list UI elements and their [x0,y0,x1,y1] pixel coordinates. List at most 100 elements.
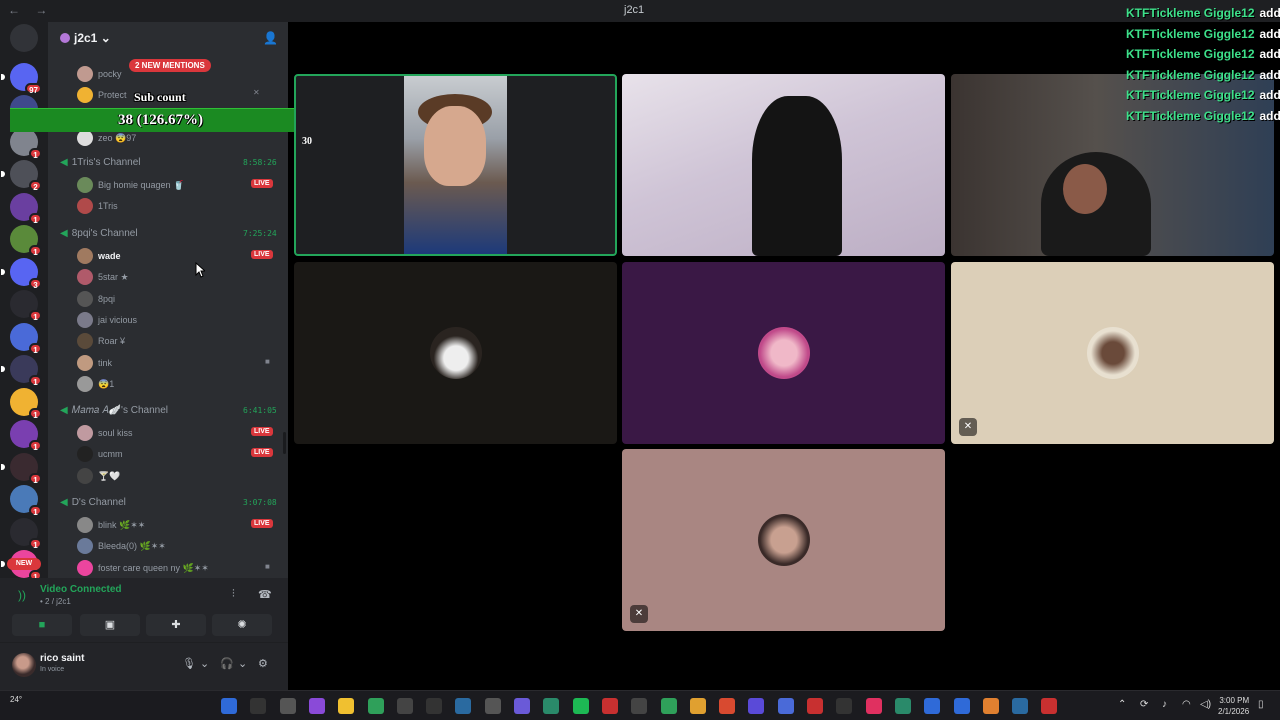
sidebar-scrollbar[interactable] [283,432,286,454]
taskbar-app-icon[interactable] [777,698,794,714]
taskbar-app-icon[interactable] [367,698,384,714]
voice-member[interactable]: 😨1 [77,375,277,393]
gear-icon[interactable]: ⚙ [258,657,268,670]
signal-icon[interactable]: )) [18,588,26,602]
taskbar-app-icon[interactable] [1012,698,1029,714]
taskbar-app-icon[interactable] [543,698,560,714]
microphone-icon[interactable]: 🎙 [182,657,196,670]
invite-icon[interactable]: 👤 [263,31,278,45]
voice-member[interactable]: pocky [77,65,277,83]
taskbar-app-icon[interactable] [396,698,413,714]
screen-share-button[interactable]: ▣ [80,614,140,636]
voice-tile-6[interactable]: ✕ [951,262,1274,444]
voice-tile-4[interactable] [294,262,617,444]
taskbar-app-icon[interactable] [836,698,853,714]
taskbar-app-icon[interactable] [514,698,530,714]
wifi-icon[interactable]: ◠ [1182,699,1191,710]
voice-tile-5[interactable] [622,262,945,444]
voice-member[interactable]: tink ■ [77,354,277,372]
microphone-icon[interactable]: ♪ [1162,699,1167,710]
voice-member[interactable]: ucmm LIVE [77,445,277,463]
taskbar-app-icon[interactable] [426,698,443,714]
server-icon[interactable]: 3 [1,257,42,290]
taskbar-app-icon[interactable] [455,698,472,714]
voice-location[interactable]: • 2 / j2c1 [40,597,71,606]
back-forward-icons[interactable]: ← → [8,3,53,17]
volume-icon[interactable]: ◁) [1200,699,1211,710]
notification-icon[interactable]: ▯ [1258,699,1264,710]
avatar[interactable] [12,653,36,677]
start-button[interactable] [221,698,237,714]
server-name[interactable]: j2c1 ⌄ [60,31,111,45]
voice-channel[interactable]: ◀ D's Channel 3:07:08 [60,497,280,508]
disconnect-icon[interactable]: ☎ [258,588,272,601]
chevron-down-icon[interactable]: ⌄ [200,657,209,670]
voice-member[interactable]: 5star ★ [77,268,277,286]
voice-status[interactable]: Video Connected [40,584,122,595]
taskbar-app-icon[interactable] [660,698,677,714]
voice-member[interactable]: foster care queen ny 🌿✶✶ ■ [77,559,277,577]
voice-member[interactable]: Bleeda(0) 🌿✶✶ [77,537,277,555]
headphones-icon[interactable]: 🎧 [220,657,234,670]
server-icon[interactable]: 1 [10,420,42,452]
noise-suppression-icon[interactable]: ⫶ [232,588,235,601]
clock[interactable]: 3:00 PM 2/1/2026 [1218,695,1249,717]
discord-home-icon[interactable] [10,24,38,52]
new-servers-pill[interactable]: NEW [7,558,41,570]
voice-member[interactable]: 8pqi [77,290,277,308]
server-icon[interactable]: 1 [10,485,42,517]
taskbar-app-icon[interactable] [308,698,325,714]
chevron-down-icon[interactable]: ⌄ [238,657,247,670]
taskbar-app-icon[interactable] [572,698,589,714]
server-icon[interactable]: 1 [10,225,42,257]
taskbar-app-icon[interactable] [719,698,736,714]
taskbar-app-icon[interactable] [807,698,823,714]
voice-member[interactable]: Big homie quagen 🥤 LIVE [77,176,277,194]
voice-channel[interactable]: ◀ 𝑀𝑎𝑚𝑎 𝐴🪽's Channel 6:41:05 [60,405,280,416]
voice-member[interactable]: wade LIVE [77,247,277,265]
taskbar-app-icon[interactable] [338,698,355,714]
taskbar-app-icon[interactable] [689,698,706,714]
taskbar-app-icon[interactable] [601,698,618,714]
voice-member[interactable]: jai vicious [77,311,277,329]
voice-channel[interactable]: ◀ 8pqi's Channel 7:25:24 [60,228,280,239]
weather-widget[interactable]: 24° [10,695,22,704]
taskbar-app-icon[interactable] [279,698,296,714]
server-icon[interactable]: 1 [10,517,42,550]
taskbar-app-icon[interactable] [748,698,765,714]
show-hidden-icons[interactable]: ⌃ [1118,699,1126,710]
server-icon[interactable]: 1 [10,322,42,355]
voice-member[interactable]: 1Tris [77,197,277,215]
user-name[interactable]: rico saint [40,653,84,664]
server-icon[interactable]: 2 [1,160,42,192]
sync-icon[interactable]: ⟳ [1140,699,1148,710]
taskbar-app-icon[interactable] [953,698,970,714]
search-icon[interactable] [250,698,267,714]
taskbar-app-icon[interactable] [1041,698,1058,714]
voice-tile-7[interactable]: ✕ [622,449,945,631]
voice-member[interactable]: blink 🌿✶✶ LIVE [77,516,277,534]
voice-member[interactable]: soul kiss LIVE [77,424,277,442]
clock-time: 3:00 PM [1219,696,1250,705]
server-icon[interactable]: 1 [10,290,42,322]
video-tile-2[interactable] [622,74,945,256]
server-icon[interactable]: 1 [10,387,42,420]
server-icon[interactable]: 1 [1,355,42,387]
server-icon[interactable]: 97 [1,62,42,95]
taskbar-app-icon[interactable] [894,698,911,714]
server-icon[interactable]: 1 [1,452,42,485]
soundboard-button[interactable]: ✺ [212,614,272,636]
video-tile-wade[interactable]: 30 [294,74,617,256]
voice-member[interactable]: 🍸🤍 [77,467,277,485]
taskbar-app-icon[interactable] [631,698,648,714]
voice-member[interactable]: Roar ¥ [77,332,277,350]
server-icon[interactable]: 1 [10,192,42,225]
taskbar-app-icon[interactable] [982,698,999,714]
activities-button[interactable]: ✚ [146,614,206,636]
live-badge: LIVE [251,179,273,188]
taskbar-app-icon[interactable] [484,698,501,714]
taskbar-app-icon[interactable] [924,698,941,714]
voice-channel[interactable]: ◀ 1Tris's Channel 8:58:26 [60,157,280,168]
taskbar-app-icon[interactable] [865,698,882,714]
camera-button[interactable]: ■ [12,614,72,636]
